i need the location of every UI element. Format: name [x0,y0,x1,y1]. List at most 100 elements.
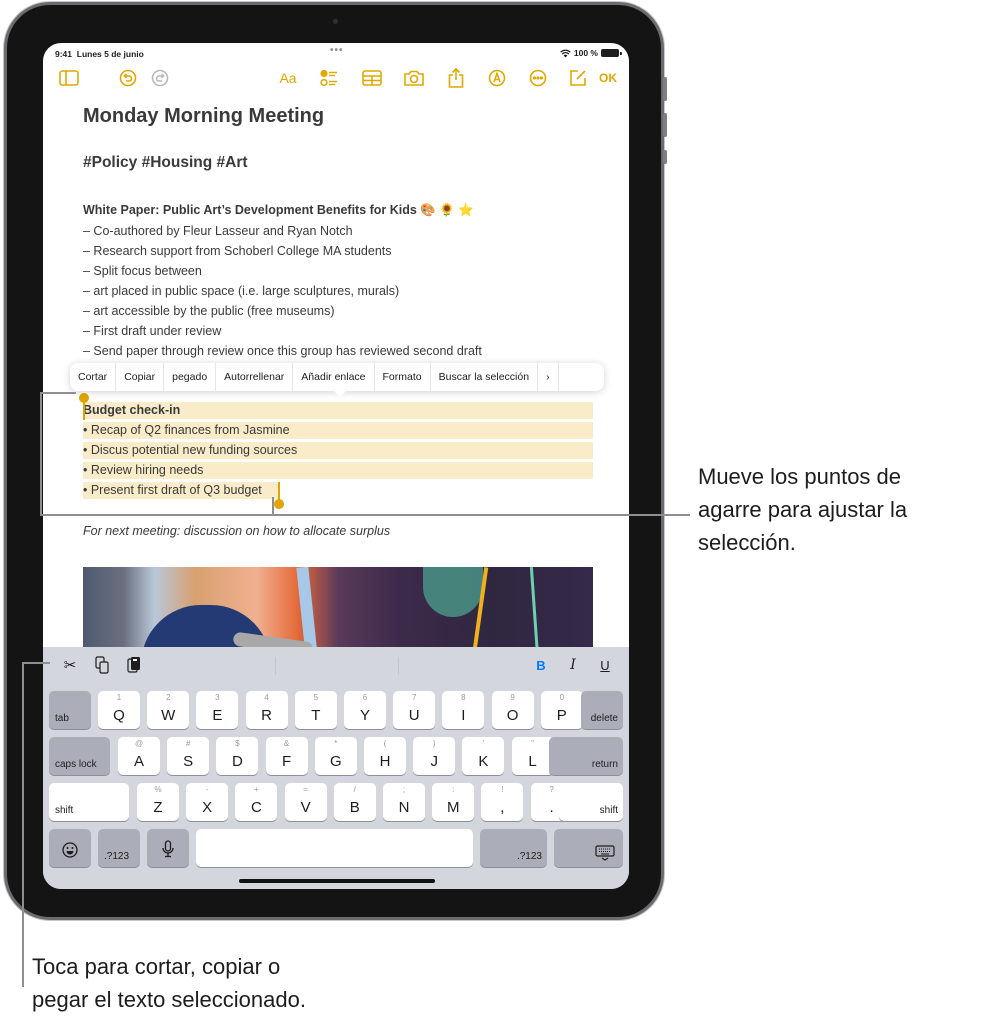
checklist-button[interactable] [317,67,341,89]
menu-autofill[interactable]: Autorrellenar [216,363,294,391]
redo-button[interactable] [148,67,172,89]
menu-cut[interactable]: Cortar [70,363,117,391]
key-alt-label: 9 [510,693,515,702]
key-main-label: Q [113,707,125,724]
hide-keyboard-key[interactable] [554,829,623,867]
selected-line[interactable]: • Recap of Q2 finances from Jasmine [83,422,593,439]
dictation-key[interactable] [147,829,189,867]
note-line: – art accessible by the public (free mus… [83,304,335,318]
numbers-left-key[interactable]: .?123 [98,829,140,867]
key-u[interactable]: 7U [393,691,436,729]
more-button[interactable] [526,67,550,89]
ipad-device: 9:41 Lunes 5 de junio ••• 100 % Aa OK Mo… [4,2,667,920]
callout-bracket-left [40,392,42,516]
key-n[interactable]: ; N [383,783,425,821]
key-j[interactable]: ) J [413,737,456,775]
keyboard: ✂ B I U tab 1Q2W3E4R5T6Y7U8I9O0P delete … [43,647,629,889]
numbers-right-key[interactable]: .?123 [480,829,547,867]
selection-end-handle[interactable] [274,499,284,509]
key-d[interactable]: $ D [216,737,259,775]
selected-line[interactable]: • Present first draft of Q3 budget [83,482,279,499]
selected-line[interactable]: • Review hiring needs [83,462,593,479]
note-line: – Send paper through review once this gr… [83,344,482,358]
key-t[interactable]: 5T [294,691,337,729]
key-l[interactable]: " L [511,737,554,775]
camera-button[interactable] [402,67,426,89]
done-button[interactable]: OK [596,67,620,89]
key-b[interactable]: / B [333,783,376,821]
key-e[interactable]: 3E [196,691,239,729]
italic-button[interactable]: I [563,655,583,675]
key-k[interactable]: ’ K [462,737,505,775]
key-i[interactable]: 8I [442,691,485,729]
key-x[interactable]: -X [186,783,229,821]
callout-leader-right [40,514,690,516]
key-main-label: L [528,753,537,770]
key-alt-label: : [452,785,455,794]
emoji-key[interactable] [49,829,91,867]
home-indicator[interactable] [239,879,435,883]
key-alt-label: ’ [482,739,485,748]
key-alt-label: 6 [362,693,368,702]
shift-left-key[interactable]: shift [49,783,129,821]
selected-line[interactable]: • Discus potential new funding sources [83,442,593,459]
callout-bracket-handle [272,497,274,515]
menu-more-chevron-icon[interactable]: › [538,363,559,391]
return-key[interactable]: return [549,737,623,775]
multitasking-dots-icon[interactable]: ••• [330,45,344,56]
menu-add-link[interactable]: Añadir enlace [293,363,375,391]
note-line: – Research support from Schoberl College… [83,244,392,258]
tab-key[interactable]: tab [49,691,91,729]
status-time: 9:41 Lunes 5 de junio [55,49,144,59]
compose-button[interactable] [566,67,590,89]
key-c[interactable]: + C [235,783,278,821]
menu-look-up[interactable]: Buscar la selección [431,363,539,391]
menu-copy[interactable]: Copiar [116,363,165,391]
callout-line: selección. [698,530,796,555]
key-q[interactable]: 1Q [98,691,140,729]
table-button[interactable] [360,67,384,89]
callout-line: agarre para ajustar la [698,497,908,522]
copy-button[interactable] [91,655,113,675]
key-alt-label: ) [432,739,436,748]
menu-format[interactable]: Formato [375,363,431,391]
delete-key[interactable]: delete [581,691,623,729]
key-punctuation[interactable]: !, [481,783,524,821]
key-alt-label: $ [235,739,240,748]
key-z[interactable]: % Z [137,783,179,821]
key-w[interactable]: 2W [147,691,190,729]
menu-paste[interactable]: pegado [164,363,217,391]
share-button[interactable] [444,67,468,89]
key-g[interactable]: * G [314,737,357,775]
selection-start-caret [83,400,85,420]
key-alt-label: / [353,785,356,794]
key-a[interactable]: @ A [118,737,160,775]
key-alt-label: ( [383,739,387,748]
key-y[interactable]: 6Y [344,691,386,729]
key-s[interactable]: # S [167,737,210,775]
cut-button[interactable]: ✂ [58,655,82,675]
underline-button[interactable]: U [595,655,615,675]
key-m[interactable]: :M [432,783,475,821]
format-button[interactable]: Aa [275,67,301,89]
selected-heading[interactable]: Budget check-in [83,402,593,419]
shift-right-key[interactable]: shift [559,783,623,821]
space-bar[interactable] [196,829,473,867]
key-v[interactable]: = V [284,783,327,821]
keyboard-dismiss-icon [595,845,615,861]
note-photo[interactable] [83,567,593,657]
caps-lock-key[interactable]: caps lock [49,737,110,775]
key-p[interactable]: 0P [540,691,583,729]
volume-up-button [663,77,667,101]
selection-start-handle[interactable] [79,393,89,403]
sidebar-toggle-button[interactable] [57,67,81,89]
key-f[interactable]: & F [265,737,308,775]
bold-button[interactable]: B [531,655,551,675]
key-r[interactable]: 4R [245,691,288,729]
markup-button[interactable] [485,67,509,89]
undo-button[interactable] [116,67,140,89]
paste-button[interactable] [123,655,145,675]
key-o[interactable]: 9O [491,691,534,729]
key-h[interactable]: (H [364,737,406,775]
key-label: shift [599,805,618,816]
